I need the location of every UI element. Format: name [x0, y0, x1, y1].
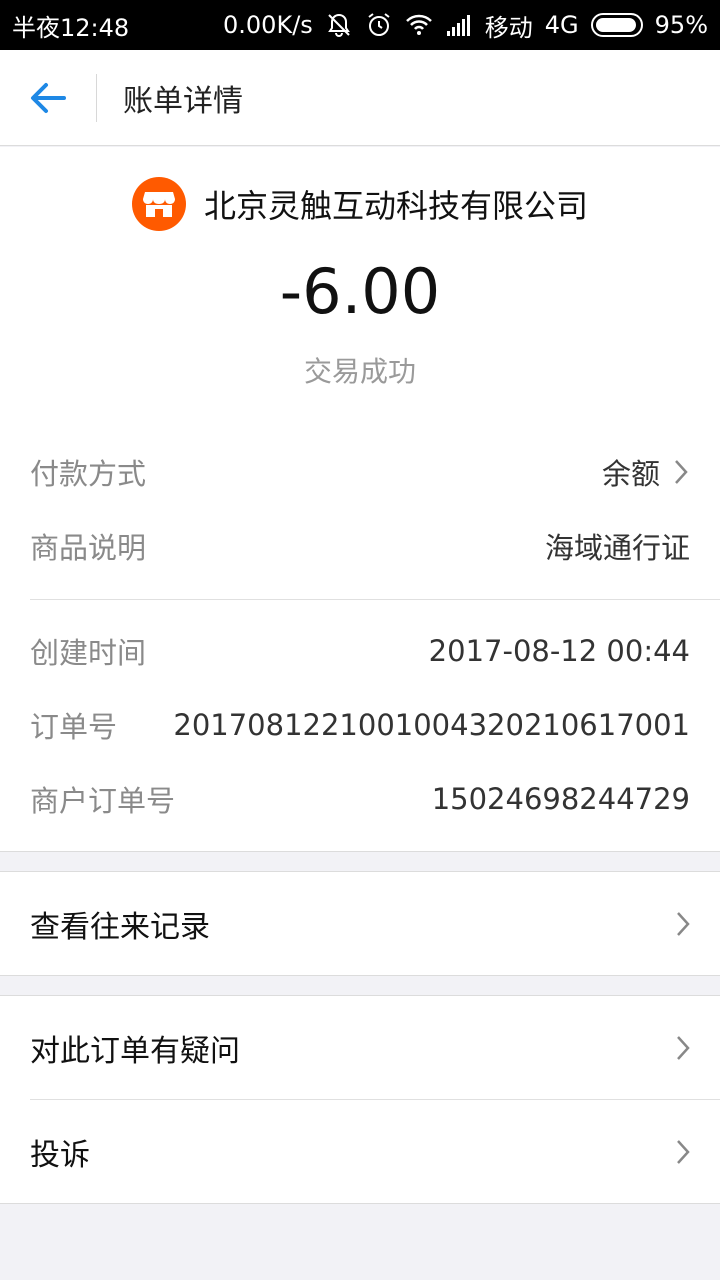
net-speed: 0.00K/s	[223, 11, 313, 39]
list-item-label: 对此订单有疑问	[30, 1033, 240, 1069]
row-value: 海域通行证	[544, 531, 690, 565]
title-bar: 账单详情	[0, 50, 720, 146]
network-type: 4G	[544, 11, 579, 39]
back-button[interactable]	[0, 50, 96, 146]
product-desc-row: 商品说明 海域通行证	[30, 526, 690, 566]
complaint-item[interactable]: 投诉	[0, 1100, 720, 1203]
divider	[30, 599, 720, 600]
order-number-row: 订单号 2017081221001004320210617001	[30, 705, 690, 745]
payment-method-row[interactable]: 付款方式 余额	[30, 452, 690, 492]
status-bar: 半夜12:48 0.00K/s 移动 4G 95%	[0, 0, 720, 50]
row-label: 商品说明	[30, 531, 147, 565]
order-question-item[interactable]: 对此订单有疑问	[0, 996, 720, 1099]
alarm-icon	[368, 13, 390, 36]
list-item-label: 查看往来记录	[30, 909, 210, 945]
battery-icon	[590, 13, 643, 37]
list-item-label: 投诉	[30, 1137, 90, 1173]
row-label: 订单号	[30, 710, 118, 744]
row-label: 付款方式	[30, 457, 147, 491]
history-group: 查看往来记录	[0, 871, 720, 976]
title-divider	[96, 73, 97, 122]
merchant-name: 北京灵触互动科技有限公司	[203, 187, 588, 225]
chevron-right-icon	[677, 1139, 690, 1164]
battery-percent: 95%	[654, 11, 708, 39]
row-label: 商户订单号	[30, 784, 176, 818]
create-time-row: 创建时间 2017-08-12 00:44	[30, 631, 690, 671]
row-value: 15024698244729	[431, 782, 690, 816]
chevron-right-icon	[675, 460, 688, 484]
page-title: 账单详情	[123, 83, 243, 119]
merchant: 北京灵触互动科技有限公司	[0, 177, 720, 231]
support-group: 对此订单有疑问 投诉	[0, 995, 720, 1204]
bill-card: 北京灵触互动科技有限公司 -6.00 交易成功 付款方式 余额 商品说明 海域通…	[0, 147, 720, 852]
mute-bell-icon	[327, 13, 350, 37]
row-value: 余额	[601, 457, 660, 491]
chevron-right-icon	[677, 1035, 690, 1060]
battery-fill	[595, 18, 636, 32]
amount: -6.00	[279, 255, 441, 328]
row-label: 创建时间	[30, 636, 147, 670]
view-history-item[interactable]: 查看往来记录	[0, 872, 720, 975]
carrier: 移动	[484, 13, 533, 42]
status-time: 半夜12:48	[12, 13, 130, 42]
transaction-status: 交易成功	[303, 355, 416, 388]
shop-icon	[131, 177, 186, 231]
row-value: 2017081221001004320210617001	[173, 708, 690, 742]
chevron-right-icon	[677, 911, 690, 936]
back-arrow-icon	[31, 82, 66, 113]
wifi-icon	[405, 14, 432, 35]
row-value: 2017-08-12 00:44	[428, 634, 690, 668]
signal-icon	[446, 15, 470, 36]
merchant-order-row: 商户订单号 15024698244729	[30, 779, 690, 819]
